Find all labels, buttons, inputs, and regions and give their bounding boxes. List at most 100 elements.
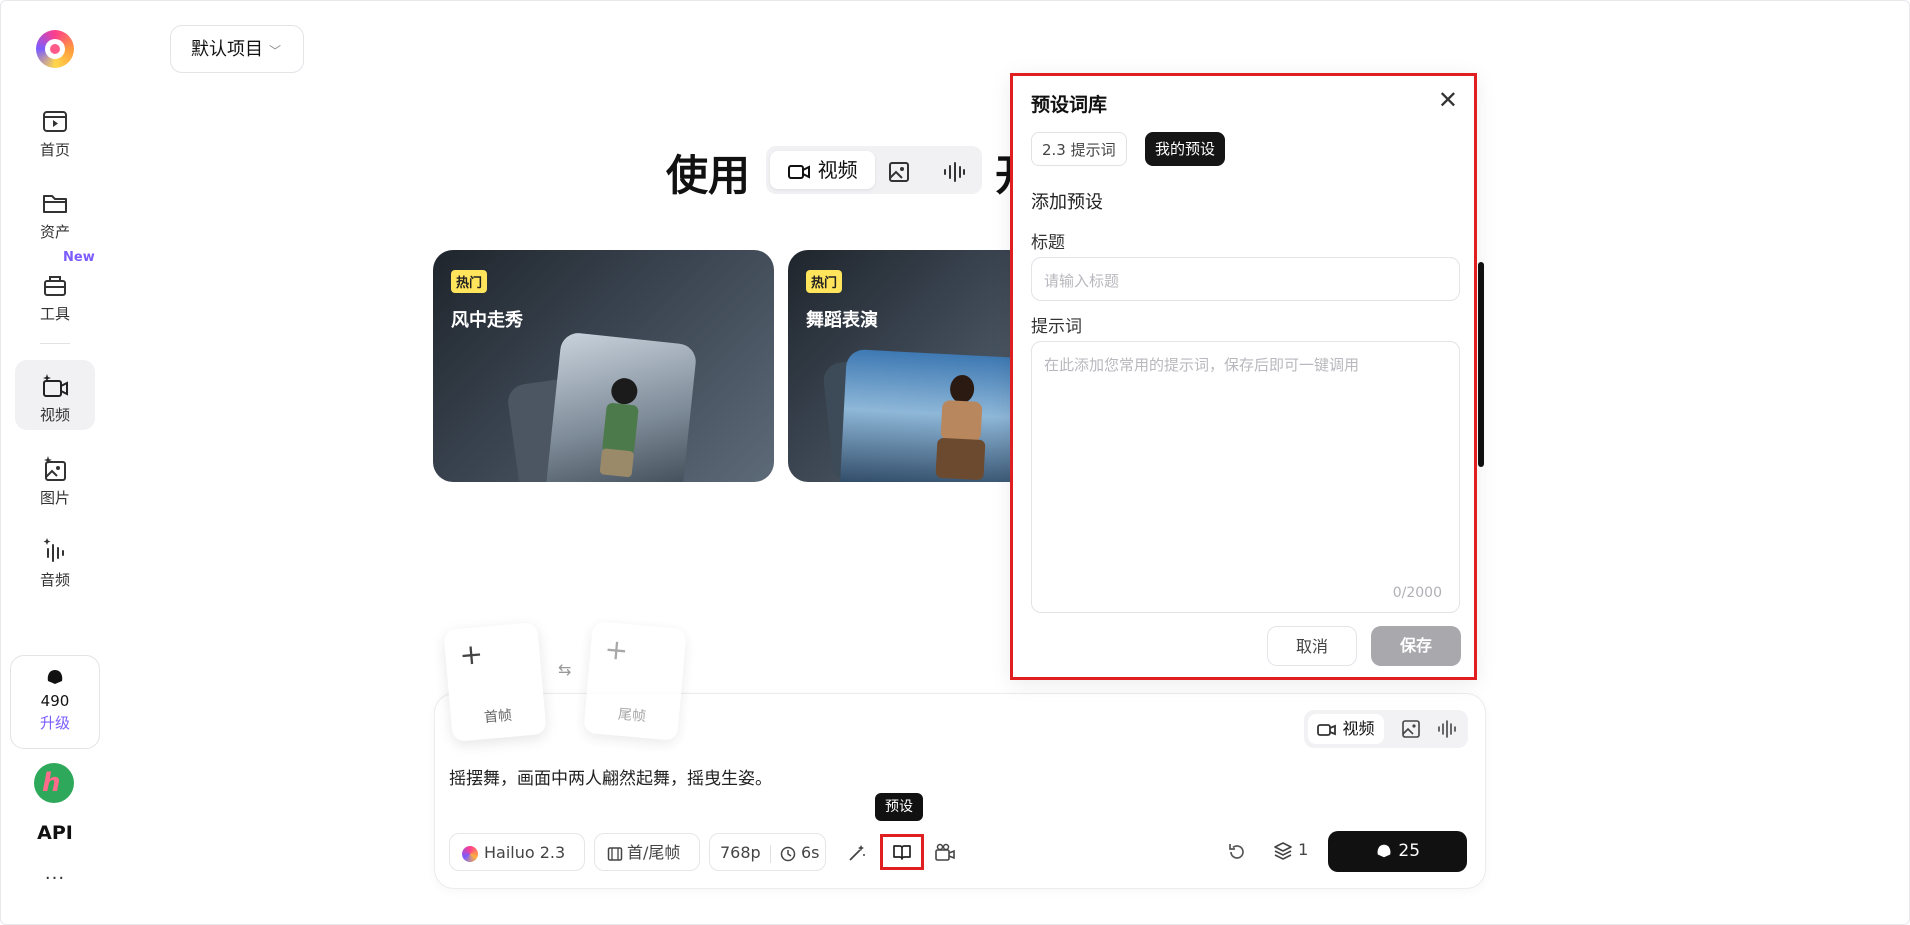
camera-movement-icon[interactable]	[934, 842, 956, 862]
credits-count: 490	[40, 692, 70, 710]
waveform-icon	[944, 161, 965, 182]
sidebar-item-label: 工具	[39, 305, 70, 323]
sidebar-item-label: 图片	[39, 489, 70, 507]
section-title: 添加预设	[1031, 192, 1103, 213]
preset-library-button[interactable]	[880, 834, 924, 870]
plus-icon: +	[603, 632, 630, 668]
card-title: 风中走秀	[451, 310, 523, 331]
frames-mode-label: 首/尾帧	[627, 843, 681, 862]
video-sparkle-icon	[43, 374, 68, 397]
tab-my-presets[interactable]: 我的预设	[1145, 132, 1226, 166]
mode-audio-tab[interactable]	[942, 151, 966, 189]
card-photo	[544, 331, 698, 482]
plus-icon: +	[458, 637, 485, 672]
title-input[interactable]: 请输入标题	[1031, 257, 1460, 301]
model-selector[interactable]: Hailuo 2.3	[449, 833, 585, 871]
video-camera-icon	[788, 164, 811, 179]
mode-video-label: 视频	[817, 158, 858, 182]
title-placeholder: 请输入标题	[1044, 272, 1120, 290]
project-name: 默认项目	[191, 39, 263, 60]
last-frame-label: 尾帧	[617, 706, 647, 726]
dialog-title: 预设词库	[1031, 94, 1108, 116]
card-edge	[1478, 262, 1484, 467]
char-counter: 0/2000	[1392, 585, 1442, 601]
prompt-label: 提示词	[1031, 317, 1082, 337]
magic-wand-icon[interactable]	[847, 843, 867, 863]
api-label[interactable]: API	[30, 822, 80, 844]
api-logo[interactable]: h	[34, 763, 74, 803]
card-title: 舞蹈表演	[806, 310, 878, 331]
more-icon[interactable]: ···	[30, 868, 80, 889]
frames-mode-selector[interactable]: 首/尾帧	[594, 833, 700, 871]
card-photo	[839, 348, 1038, 482]
hailuo-logo-icon	[462, 845, 478, 862]
sidebar-divider	[40, 343, 70, 344]
image-icon[interactable]	[1402, 720, 1420, 738]
resolution-duration-selector[interactable]: 768p 6s	[709, 833, 826, 871]
sidebar-item-assets[interactable]: 资产	[15, 177, 95, 247]
duration-label: 6s	[800, 843, 820, 862]
shell-icon	[1377, 844, 1391, 858]
cancel-button[interactable]: 取消	[1267, 626, 1357, 666]
output-count-value: 1	[1298, 840, 1309, 859]
close-icon[interactable]: ✕	[1438, 86, 1458, 114]
save-button[interactable]: 保存	[1371, 626, 1461, 666]
template-card[interactable]: 热门 风中走秀	[433, 250, 774, 482]
app-logo[interactable]	[36, 30, 74, 68]
swap-icon[interactable]: ⇆	[558, 660, 571, 679]
credits-box[interactable]: 490 升级	[10, 655, 100, 749]
preset-tooltip: 预设	[875, 793, 923, 821]
composer-mode-video[interactable]: 视频	[1308, 714, 1384, 744]
project-selector[interactable]: 默认项目 ﹀	[170, 25, 304, 73]
toolbox-icon	[44, 276, 66, 296]
sidebar-item-label: 视频	[39, 406, 70, 424]
layers-icon	[1274, 841, 1292, 860]
model-label: Hailuo 2.3	[484, 843, 566, 862]
output-count[interactable]: 1	[1273, 840, 1308, 861]
sidebar-item-label: 音频	[39, 571, 70, 589]
hero-title-start: 使用	[666, 151, 751, 200]
template-card[interactable]: 热门 舞蹈表演	[788, 250, 1038, 482]
video-camera-icon	[1317, 723, 1337, 736]
sidebar-item-image[interactable]: 图片	[15, 443, 95, 513]
composer-mode-switch: 视频	[1304, 710, 1468, 748]
shell-icon	[47, 670, 63, 684]
sidebar-item-label: 首页	[39, 141, 70, 159]
reset-icon[interactable]	[1227, 842, 1247, 862]
first-frame-upload[interactable]: + 首帧	[443, 622, 547, 742]
audio-sparkle-icon	[43, 538, 64, 562]
mode-image-tab[interactable]	[888, 151, 910, 189]
folder-icon	[43, 195, 67, 213]
image-sparkle-icon	[44, 456, 66, 481]
hot-tag: 热门	[451, 270, 488, 293]
prompt-text[interactable]: 摇摆舞，画面中两人翩然起舞，摇曳生姿。	[449, 764, 772, 789]
prompt-textarea[interactable]: 在此添加您常用的提示词，保存后即可一键调用	[1031, 341, 1460, 613]
sidebar-item-video[interactable]: 视频	[15, 360, 95, 430]
first-frame-label: 首帧	[483, 707, 513, 727]
title-label: 标题	[1031, 233, 1065, 253]
mode-video-tab[interactable]: 视频	[770, 151, 875, 189]
generate-cost: 25	[1398, 841, 1421, 861]
composer-mode-video-label: 视频	[1342, 719, 1375, 738]
mode-switch: 视频	[766, 146, 982, 194]
book-icon	[893, 845, 911, 860]
last-frame-upload[interactable]: + 尾帧	[583, 621, 687, 741]
tab-prompts[interactable]: 2.3 提示词	[1031, 132, 1127, 166]
sidebar-item-audio[interactable]: 音频	[15, 525, 95, 595]
sidebar: 首页 资产 New 工具 视频 图片 音频 490 升级 h API ···	[0, 0, 110, 925]
home-play-icon	[43, 111, 67, 132]
sidebar-item-label: 资产	[39, 223, 70, 241]
prompt-placeholder: 在此添加您常用的提示词，保存后即可一键调用	[1044, 356, 1360, 374]
resolution-label: 768p	[720, 843, 761, 862]
chevron-down-icon: ﹀	[269, 44, 282, 58]
image-icon	[889, 161, 909, 182]
hot-tag: 热门	[806, 270, 843, 293]
waveform-icon[interactable]	[1437, 720, 1457, 738]
sidebar-item-home[interactable]: 首页	[15, 95, 95, 165]
generate-button[interactable]: 25	[1328, 831, 1467, 872]
upgrade-link[interactable]: 升级	[11, 712, 99, 733]
preset-library-dialog: 预设词库 ✕ 2.3 提示词 我的预设 添加预设 标题 请输入标题 提示词 在此…	[1010, 73, 1477, 680]
sidebar-item-tools[interactable]: 工具	[15, 259, 95, 329]
clock-icon	[780, 846, 796, 861]
film-icon	[607, 846, 623, 861]
